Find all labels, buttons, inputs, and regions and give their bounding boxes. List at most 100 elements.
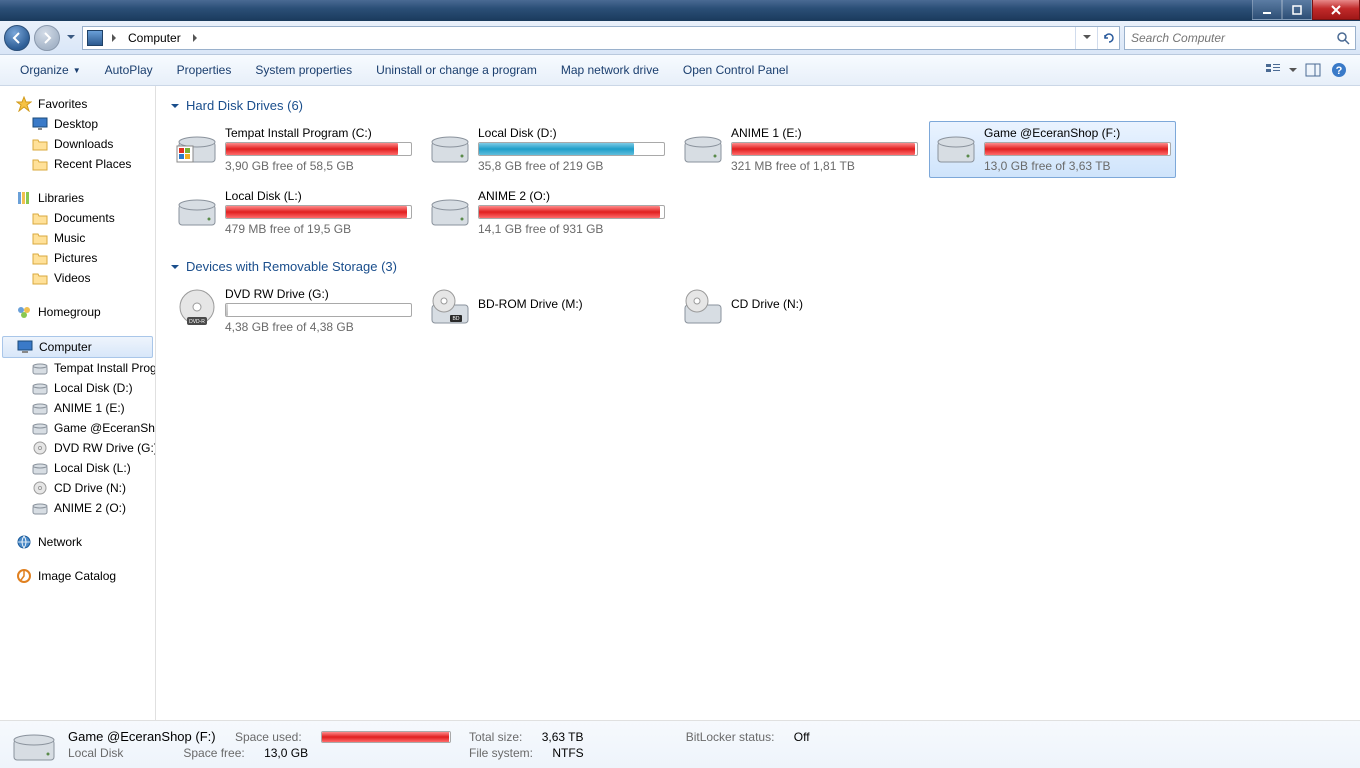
properties-button[interactable]: Properties	[165, 55, 244, 85]
forward-button[interactable]	[34, 25, 60, 51]
image-catalog-icon	[16, 568, 32, 584]
sidebar-item-pictures[interactable]: Pictures	[0, 248, 155, 268]
sidebar-item-drive[interactable]: Game @EceranShop	[0, 418, 155, 438]
drive-item[interactable]: Local Disk (L:)479 MB free of 19,5 GB	[170, 184, 417, 241]
hdd-icon	[32, 380, 48, 396]
network-header[interactable]: Network	[0, 532, 155, 552]
drive-item[interactable]: Local Disk (D:)35,8 GB free of 219 GB	[423, 121, 670, 178]
libraries-icon	[16, 190, 32, 206]
navigation-pane: Favorites Desktop Downloads Recent Place…	[0, 86, 156, 720]
sidebar-item-drive[interactable]: DVD RW Drive (G:)	[0, 438, 155, 458]
usage-bar	[225, 205, 412, 219]
space-used-bar	[321, 731, 451, 743]
breadcrumb-computer[interactable]: Computer	[121, 27, 188, 49]
maximize-button[interactable]	[1282, 0, 1312, 20]
network-icon	[16, 534, 32, 550]
details-subtitle: Local Disk	[68, 746, 123, 760]
drive-item[interactable]: Game @EceranShop (F:)13,0 GB free of 3,6…	[929, 121, 1176, 178]
homegroup-icon	[16, 304, 32, 320]
drive-name: ANIME 1 (E:)	[731, 126, 918, 142]
computer-header[interactable]: Computer	[2, 336, 153, 358]
pictures-icon	[32, 250, 48, 266]
sidebar-item-music[interactable]: Music	[0, 228, 155, 248]
drive-item[interactable]: CD Drive (N:)	[676, 282, 923, 339]
videos-icon	[32, 270, 48, 286]
open-control-panel-button[interactable]: Open Control Panel	[671, 55, 800, 85]
details-title: Game @EceranShop (F:)	[68, 729, 216, 744]
homegroup-header[interactable]: Homegroup	[0, 302, 155, 322]
sidebar-item-documents[interactable]: Documents	[0, 208, 155, 228]
preview-pane-button[interactable]	[1300, 59, 1326, 81]
search-icon[interactable]	[1331, 31, 1355, 45]
usage-bar	[984, 142, 1171, 156]
usage-bar	[225, 142, 412, 156]
drive-icon	[681, 126, 725, 166]
recent-locations-dropdown[interactable]	[64, 28, 78, 48]
breadcrumb-chevron[interactable]	[188, 27, 202, 49]
minimize-button[interactable]	[1252, 0, 1282, 20]
change-view-button[interactable]	[1260, 59, 1286, 81]
sidebar-item-downloads[interactable]: Downloads	[0, 134, 155, 154]
map-network-drive-button[interactable]: Map network drive	[549, 55, 671, 85]
search-box[interactable]	[1124, 26, 1356, 50]
sidebar-item-videos[interactable]: Videos	[0, 268, 155, 288]
sidebar-item-recent-places[interactable]: Recent Places	[0, 154, 155, 174]
drive-item[interactable]: BDBD-ROM Drive (M:)	[423, 282, 670, 339]
details-bitlocker-status: Off	[794, 730, 810, 744]
sidebar-item-drive[interactable]: CD Drive (N:)	[0, 478, 155, 498]
group-header-hdd[interactable]: Hard Disk Drives (6)	[170, 94, 1346, 121]
drive-item[interactable]: ANIME 2 (O:)14,1 GB free of 931 GB	[423, 184, 670, 241]
sidebar-item-drive[interactable]: ANIME 1 (E:)	[0, 398, 155, 418]
uninstall-button[interactable]: Uninstall or change a program	[364, 55, 549, 85]
drive-free-text: 479 MB free of 19,5 GB	[225, 222, 412, 236]
sidebar-item-drive[interactable]: ANIME 2 (O:)	[0, 498, 155, 518]
sidebar-item-desktop[interactable]: Desktop	[0, 114, 155, 134]
details-pane: Game @EceranShop (F:) Space used: Local …	[0, 720, 1360, 768]
group-header-removable[interactable]: Devices with Removable Storage (3)	[170, 255, 1346, 282]
sidebar-item-drive[interactable]: Local Disk (L:)	[0, 458, 155, 478]
drive-icon	[428, 126, 472, 166]
search-input[interactable]	[1125, 31, 1331, 45]
details-total-size: 3,63 TB	[542, 730, 584, 744]
collapse-icon	[170, 262, 180, 272]
address-bar[interactable]: Computer	[82, 26, 1120, 50]
sidebar-item-drive[interactable]: Tempat Install Prog	[0, 358, 155, 378]
system-properties-button[interactable]: System properties	[243, 55, 364, 85]
hdd-icon	[32, 440, 48, 456]
back-button[interactable]	[4, 25, 30, 51]
drive-icon	[428, 189, 472, 229]
help-button[interactable]: ?	[1326, 59, 1352, 81]
drive-name: Local Disk (D:)	[478, 126, 665, 142]
hdd-icon	[32, 400, 48, 416]
autoplay-button[interactable]: AutoPlay	[93, 55, 165, 85]
libraries-header[interactable]: Libraries	[0, 188, 155, 208]
command-toolbar: Organize▼ AutoPlay Properties System pro…	[0, 55, 1360, 86]
drive-item[interactable]: Tempat Install Program (C:) 3,90 GB free …	[170, 121, 417, 178]
drive-free-text: 3,90 GB free of 58,5 GB	[225, 159, 412, 173]
drive-item[interactable]: DVD-RDVD RW Drive (G:)4,38 GB free of 4,…	[170, 282, 417, 339]
drive-icon: DVD-R	[175, 287, 219, 327]
drive-name: Tempat Install Program (C:)	[225, 126, 412, 142]
organize-menu[interactable]: Organize▼	[8, 55, 93, 85]
favorites-header[interactable]: Favorites	[0, 94, 155, 114]
hdd-icon	[32, 480, 48, 496]
libraries-label: Libraries	[38, 191, 84, 205]
change-view-dropdown[interactable]	[1286, 59, 1300, 81]
image-catalog-header[interactable]: Image Catalog	[0, 566, 155, 586]
breadcrumb-root-chevron[interactable]	[107, 27, 121, 49]
documents-icon	[32, 210, 48, 226]
favorites-label: Favorites	[38, 97, 87, 111]
sidebar-item-drive[interactable]: Local Disk (D:)	[0, 378, 155, 398]
content-pane: Hard Disk Drives (6) Tempat Install Prog…	[156, 86, 1360, 720]
refresh-button[interactable]	[1097, 27, 1119, 49]
computer-icon	[17, 339, 33, 355]
close-button[interactable]	[1312, 0, 1360, 20]
svg-text:DVD-R: DVD-R	[189, 319, 205, 325]
drive-name: BD-ROM Drive (M:)	[478, 287, 665, 313]
address-dropdown[interactable]	[1075, 27, 1097, 49]
star-icon	[16, 96, 32, 112]
collapse-icon	[170, 101, 180, 111]
drive-item[interactable]: ANIME 1 (E:)321 MB free of 1,81 TB	[676, 121, 923, 178]
music-icon	[32, 230, 48, 246]
hdd-icon	[32, 420, 48, 436]
